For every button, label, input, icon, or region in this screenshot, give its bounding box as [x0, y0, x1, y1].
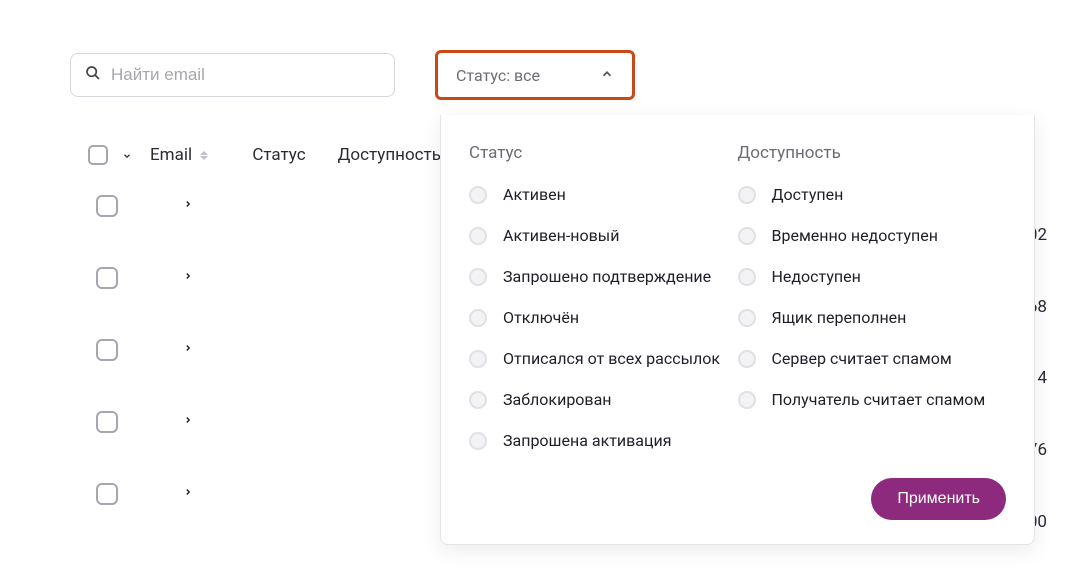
status-option[interactable]: Запрошена активация	[469, 431, 738, 450]
availability-option-label: Недоступен	[772, 267, 861, 286]
availability-option[interactable]: Получатель считает спамом	[738, 390, 1007, 409]
radio-icon	[738, 350, 756, 368]
availability-option-label: Временно недоступен	[772, 226, 939, 245]
availability-column: Доступность Доступен Временно недоступен Н…	[738, 143, 1007, 450]
chevron-right-icon[interactable]	[183, 340, 193, 360]
radio-icon	[469, 432, 487, 450]
row-checkbox[interactable]	[96, 267, 118, 289]
row-checkbox[interactable]	[96, 195, 118, 217]
chevron-right-icon[interactable]	[183, 484, 193, 504]
chevron-right-icon[interactable]	[183, 268, 193, 288]
radio-icon	[469, 268, 487, 286]
radio-icon	[738, 309, 756, 327]
status-option[interactable]: Активен-новый	[469, 226, 738, 245]
search-box[interactable]	[70, 53, 395, 97]
availability-option-label: Получатель считает спамом	[772, 390, 986, 409]
status-option[interactable]: Запрошено подтверждение	[469, 267, 738, 286]
radio-icon	[469, 350, 487, 368]
status-column-title: Статус	[469, 143, 738, 163]
column-email[interactable]: Email	[150, 145, 208, 165]
radio-icon	[738, 268, 756, 286]
search-icon	[85, 65, 101, 85]
status-column: Статус Активен Активен-новый Запрошено под…	[469, 143, 738, 450]
status-option-label: Отключён	[503, 308, 579, 327]
status-option[interactable]: Отключён	[469, 308, 738, 327]
radio-icon	[469, 391, 487, 409]
availability-option-label: Ящик переполнен	[772, 308, 907, 327]
radio-icon	[738, 227, 756, 245]
apply-button[interactable]: Применить	[871, 478, 1006, 520]
column-status[interactable]: Статус	[252, 145, 305, 165]
row-checkbox[interactable]	[96, 411, 118, 433]
availability-option[interactable]: Ящик переполнен	[738, 308, 1007, 327]
chevron-right-icon[interactable]	[183, 412, 193, 432]
chevron-up-icon	[600, 66, 614, 85]
chevron-right-icon[interactable]	[183, 196, 193, 216]
chevron-down-icon[interactable]	[122, 146, 132, 165]
availability-option[interactable]: Сервер считает спамом	[738, 349, 1007, 368]
status-filter-dropdown[interactable]: Статус: все	[435, 50, 635, 100]
status-filter-panel: Статус Активен Активен-новый Запрошено под…	[440, 115, 1035, 545]
status-option-label: Запрошено подтверждение	[503, 267, 711, 286]
radio-icon	[469, 227, 487, 245]
column-email-label: Email	[150, 145, 192, 165]
status-filter-label: Статус: все	[456, 66, 540, 85]
status-option-label: Заблокирован	[503, 390, 612, 409]
select-all-checkbox[interactable]	[88, 145, 108, 165]
status-option-label: Запрошена активация	[503, 431, 672, 450]
search-input[interactable]	[111, 65, 380, 85]
status-option-label: Отписался от всех рассылок	[503, 349, 720, 368]
radio-icon	[469, 186, 487, 204]
radio-icon	[738, 186, 756, 204]
status-option[interactable]: Заблокирован	[469, 390, 738, 409]
availability-option[interactable]: Доступен	[738, 185, 1007, 204]
status-option[interactable]: Активен	[469, 185, 738, 204]
status-option-label: Активен-новый	[503, 226, 619, 245]
availability-option-label: Сервер считает спамом	[772, 349, 952, 368]
row-checkbox[interactable]	[96, 339, 118, 361]
row-checkbox[interactable]	[96, 483, 118, 505]
availability-option-label: Доступен	[772, 185, 844, 204]
column-availability[interactable]: Доступность	[338, 145, 441, 165]
availability-option[interactable]: Недоступен	[738, 267, 1007, 286]
status-option-label: Активен	[503, 185, 566, 204]
sort-icon	[200, 151, 208, 160]
availability-column-title: Доступность	[738, 143, 1007, 163]
radio-icon	[738, 391, 756, 409]
availability-option[interactable]: Временно недоступен	[738, 226, 1007, 245]
radio-icon	[469, 309, 487, 327]
status-option[interactable]: Отписался от всех рассылок	[469, 349, 738, 368]
